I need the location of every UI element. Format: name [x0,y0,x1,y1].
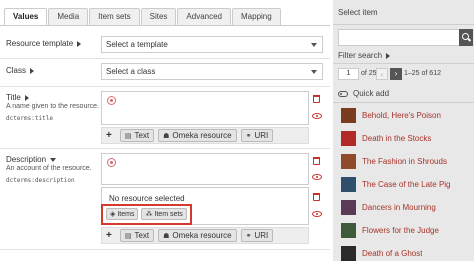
item-thumbnail [341,108,356,123]
item-thumbnail [341,246,356,261]
description-property-label[interactable]: Description [6,155,57,164]
filter-search-toggle[interactable]: Filter search [338,51,391,60]
next-page-button[interactable]: › [390,68,402,80]
add-omeka-resource-button[interactable]: ☗ Omeka resource [158,229,237,242]
list-item[interactable]: Death in the Stocks [333,127,474,150]
list-item[interactable]: Death of a Ghost [333,242,474,261]
highlight-box [101,204,192,225]
item-form-panel: Values Media Item sets Sites Advanced Ma… [0,0,330,261]
expand-caret-icon [30,67,35,74]
title-property-description: A name given to the resource. [6,103,99,110]
divider [0,86,330,87]
description-property-term: dcterms:description [6,177,75,184]
description-add-value-bar: + ▤ Text ☗ Omeka resource ⚭ URI [101,227,309,244]
divider [333,63,474,64]
visibility-icon[interactable] [312,174,322,180]
visibility-icon[interactable] [312,113,322,119]
divider [333,102,474,103]
visibility-icon[interactable] [312,211,322,217]
description-value-input[interactable] [101,153,309,185]
class-label[interactable]: Class [6,66,35,75]
divider [0,249,330,250]
result-range: 1–25 of 612 [404,70,441,77]
search-input[interactable] [338,29,460,46]
item-thumbnail [341,200,356,215]
tab-sites[interactable]: Sites [140,8,177,25]
trash-icon[interactable] [313,157,320,165]
page-count: of 25 [361,70,377,77]
chevron-down-icon [311,43,317,47]
previous-page-button[interactable]: ‹ [376,68,388,80]
trash-icon[interactable] [313,193,320,201]
search-icon[interactable] [459,29,473,46]
resource-icon: ☗ [163,132,170,140]
divider [0,58,330,59]
link-icon: ⚭ [245,232,252,240]
class-select[interactable]: Select a class [101,63,323,80]
tab-item-sets[interactable]: Item sets [89,8,140,25]
language-icon[interactable] [107,96,116,105]
section-tabs: Values Media Item sets Sites Advanced Ma… [4,8,282,25]
select-item-sidebar: Select item Filter search 1 of 25 Quick … [333,0,474,261]
resource-template-label[interactable]: Resource template [6,39,82,48]
list-item[interactable]: Behold, Here's Poison [333,104,474,127]
add-omeka-resource-button[interactable]: ☗ Omeka resource [158,129,237,142]
add-text-button[interactable]: ▤ Text [119,129,155,142]
description-property-description: An account of the resource. [6,165,92,172]
no-resource-message: No resource selected [109,194,185,203]
expand-caret-icon [24,94,29,101]
expand-caret-icon [77,40,82,47]
list-item[interactable]: The Case of the Late Pig [333,173,474,196]
add-uri-button[interactable]: ⚭ URI [240,129,274,142]
add-text-button[interactable]: ▤ Text [119,229,155,242]
tab-advanced[interactable]: Advanced [177,8,231,25]
chevron-down-icon [311,70,317,74]
tab-divider [0,25,330,26]
title-add-value-bar: + ▤ Text ☗ Omeka resource ⚭ URI [101,127,309,144]
tab-values[interactable]: Values [4,8,48,25]
item-thumbnail [341,154,356,169]
item-thumbnail [341,177,356,192]
collapse-caret-icon [50,157,57,162]
add-uri-button[interactable]: ⚭ URI [240,229,274,242]
list-item[interactable]: The Fashion in Shrouds [333,150,474,173]
text-icon: ▤ [124,232,132,240]
item-thumbnail [341,131,356,146]
toggle-icon [338,90,348,97]
tab-media[interactable]: Media [48,8,89,25]
tab-mapping[interactable]: Mapping [232,8,281,25]
list-item[interactable]: Dancers in Mourning [333,196,474,219]
text-icon: ▤ [124,132,132,140]
resource-icon: ☗ [163,232,170,240]
title-value-input[interactable] [101,91,309,125]
divider [0,148,330,149]
page-number-input[interactable]: 1 [338,68,359,80]
title-property-label[interactable]: Title [6,93,29,102]
sidebar-title: Select item [338,8,378,17]
divider [333,24,474,25]
title-property-term: dcterms:title [6,115,53,122]
trash-icon[interactable] [313,95,320,103]
item-thumbnail [341,223,356,238]
resource-template-select[interactable]: Select a template [101,36,323,53]
link-icon: ⚭ [245,132,252,140]
language-icon[interactable] [107,158,116,167]
expand-caret-icon [386,52,391,59]
plus-icon: + [106,230,112,241]
plus-icon: + [106,130,112,141]
list-item[interactable]: Flowers for the Judge [333,219,474,242]
quick-add-toggle[interactable]: Quick add [338,89,389,98]
